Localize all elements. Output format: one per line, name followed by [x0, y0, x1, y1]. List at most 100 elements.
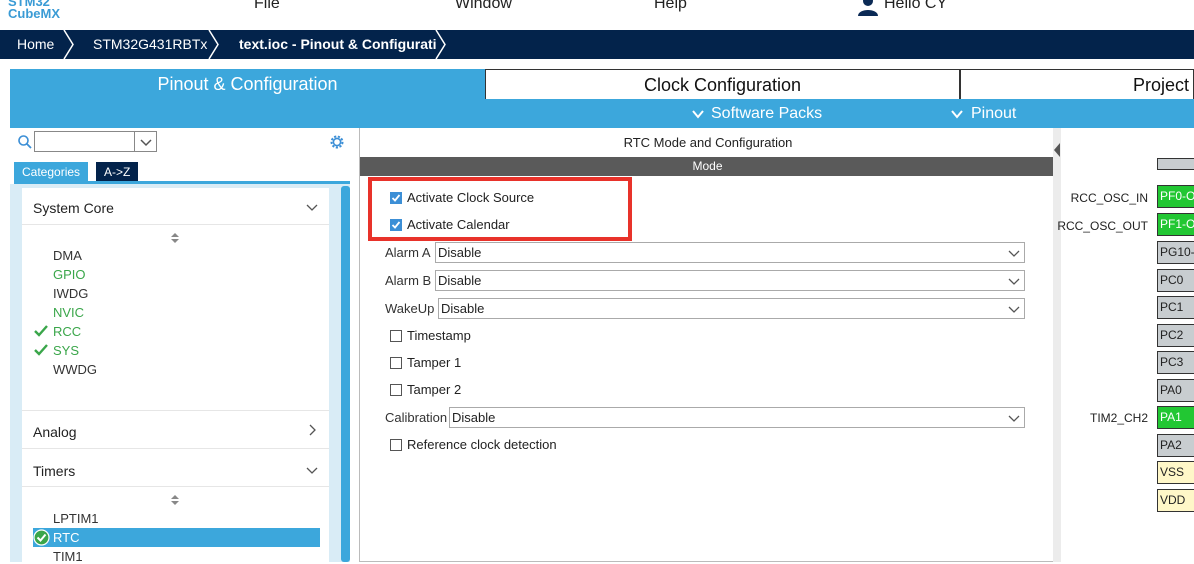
pin-pf0[interactable]: PF0-O [1157, 185, 1194, 208]
stm32cubemx-logo[interactable]: STM32 CubeMX [6, 0, 76, 26]
chevron-down-icon [1008, 415, 1020, 422]
breadcrumb-home[interactable]: Home [17, 30, 54, 59]
list-item-iwdg[interactable]: IWDG [53, 286, 88, 301]
sort-icon[interactable] [170, 494, 180, 506]
pin-pc1[interactable]: PC1 [1157, 296, 1194, 319]
pin-pg10[interactable]: PG10- [1157, 241, 1194, 264]
pin-pc0[interactable]: PC0 [1157, 269, 1194, 292]
pin-pg10-top[interactable] [1157, 158, 1194, 170]
chevron-down-icon [1008, 306, 1020, 313]
categories-panel: Categories A->Z System Core DMA GPIO IWD… [10, 128, 350, 564]
reference-clock-detection-label: Reference clock detection [407, 437, 557, 452]
wakeup-value: Disable [441, 301, 485, 316]
list-item-rtc: RTC [53, 530, 80, 545]
category-list: System Core DMA GPIO IWDG NVIC RCC SYS W… [22, 188, 329, 562]
tab-categories[interactable]: Categories [14, 162, 89, 182]
logo-line2: CubeMX [8, 6, 60, 21]
highlight-box [368, 177, 632, 241]
section-analog[interactable]: Analog [33, 424, 77, 440]
timestamp-label: Timestamp [407, 328, 471, 343]
tab-project-manager[interactable]: Project [960, 69, 1194, 99]
pin-label-rcc-osc-in: RCC_OSC_IN [1070, 191, 1148, 205]
alarm-a-select[interactable]: Disable [435, 242, 1025, 263]
pin-label-rcc-osc-out: RCC_OSC_OUT [1057, 219, 1148, 233]
chevron-right-icon[interactable] [306, 424, 318, 436]
tamper2-checkbox[interactable] [390, 384, 402, 396]
gear-icon[interactable] [328, 133, 346, 151]
software-packs-menu[interactable]: Software Packs [711, 99, 822, 128]
pin-pc2[interactable]: PC2 [1157, 324, 1194, 347]
panel-splitter[interactable] [1053, 128, 1061, 562]
reference-clock-detection-checkbox[interactable] [390, 439, 402, 451]
list-item-dma[interactable]: DMA [53, 248, 82, 263]
menu-window[interactable]: Window [455, 0, 512, 13]
calibration-select[interactable]: Disable [449, 407, 1025, 428]
tab-a-z[interactable]: A->Z [96, 162, 139, 182]
tamper1-checkbox[interactable] [390, 357, 402, 369]
list-item-gpio[interactable]: GPIO [53, 267, 86, 282]
timestamp-checkbox[interactable] [390, 330, 402, 342]
list-item-lptim1[interactable]: LPTIM1 [53, 511, 99, 526]
sub-toolbar: Software Packs Pinout [10, 99, 1194, 128]
pin-pa0[interactable]: PA0 [1157, 379, 1194, 402]
chevron-down-icon[interactable] [306, 201, 318, 213]
breadcrumb-separator-icon [63, 30, 74, 59]
pinout-menu[interactable]: Pinout [971, 99, 1016, 128]
menu-help[interactable]: Help [654, 0, 687, 13]
menu-file[interactable]: File [254, 0, 280, 13]
menu-bar: STM32 CubeMX File Window Help Hello CY [0, 0, 1194, 30]
tamper1-label: Tamper 1 [407, 355, 462, 370]
breadcrumb: Home STM32G431RBTx text.ioc - Pinout & C… [0, 30, 1194, 59]
sort-icon[interactable] [170, 232, 180, 244]
divider [22, 448, 329, 449]
list-item-nvic[interactable]: NVIC [53, 305, 84, 320]
chevron-down-icon [951, 110, 963, 119]
check-icon [34, 325, 48, 337]
pin-pa1[interactable]: PA1 [1157, 406, 1194, 429]
chevron-down-icon [1008, 278, 1020, 285]
user-greeting[interactable]: Hello CY [884, 0, 947, 13]
breadcrumb-device[interactable]: STM32G431RBTx [93, 30, 207, 59]
pin-label-tim2-ch2: TIM2_CH2 [1089, 411, 1148, 425]
check-circle-icon [33, 529, 50, 546]
check-icon [34, 344, 48, 356]
main-tabs: Pinout & Configuration Clock Configurati… [10, 69, 1194, 99]
panel-title: RTC Mode and Configuration [623, 135, 793, 150]
breadcrumb-project[interactable]: text.ioc - Pinout & Configurati [239, 30, 447, 59]
tab-clock-configuration[interactable]: Clock Configuration [485, 69, 960, 99]
wakeup-select[interactable]: Disable [438, 298, 1025, 319]
alarm-a-label: Alarm A [385, 245, 431, 260]
alarm-a-value: Disable [438, 245, 482, 260]
calibration-label: Calibration [385, 410, 448, 425]
pin-vdd[interactable]: VDD [1157, 489, 1194, 512]
search-input[interactable] [34, 131, 135, 152]
pin-pc3[interactable]: PC3 [1157, 351, 1194, 374]
search-dropdown-button[interactable] [134, 131, 157, 152]
alarm-b-select[interactable]: Disable [435, 270, 1025, 291]
user-icon[interactable] [857, 0, 879, 16]
section-system-core[interactable]: System Core [33, 200, 114, 216]
pin-vss[interactable]: VSS [1157, 461, 1194, 484]
list-item-wwdg[interactable]: WWDG [53, 362, 97, 377]
list-item-rcc[interactable]: RCC [53, 324, 81, 339]
section-timers[interactable]: Timers [33, 463, 75, 479]
alarm-b-label: Alarm B [385, 273, 432, 288]
alarm-b-value: Disable [438, 273, 482, 288]
breadcrumb-separator-icon [435, 30, 446, 59]
list-item-sys[interactable]: SYS [53, 343, 79, 358]
collapse-arrow-icon[interactable] [1053, 142, 1061, 158]
tab-pinout-configuration[interactable]: Pinout & Configuration [10, 69, 485, 99]
divider [22, 224, 329, 225]
search-icon[interactable] [18, 135, 32, 149]
scrollbar[interactable] [341, 186, 350, 562]
chevron-down-icon [140, 139, 152, 147]
chevron-down-icon [692, 110, 704, 119]
pin-pf1[interactable]: PF1-O [1157, 213, 1194, 236]
wakeup-label: WakeUp [385, 301, 435, 316]
chevron-down-icon [1008, 250, 1020, 257]
tab-underline [14, 181, 350, 184]
divider [22, 410, 329, 411]
list-item-rtc-selected[interactable]: RTC [33, 528, 320, 547]
chevron-down-icon[interactable] [306, 464, 318, 476]
pin-pa2[interactable]: PA2 [1157, 434, 1194, 457]
